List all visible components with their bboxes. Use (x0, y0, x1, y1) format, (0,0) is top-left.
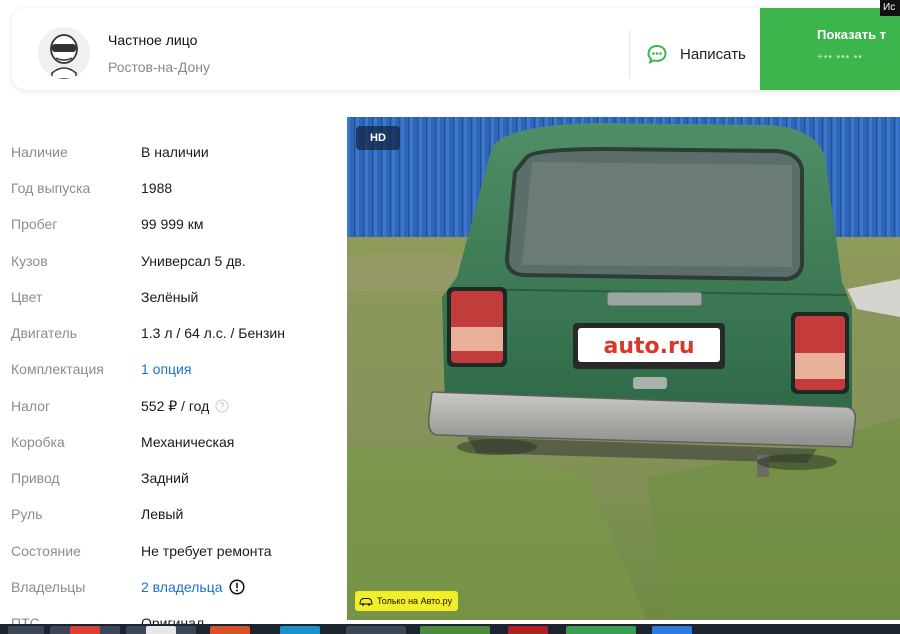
spec-value: 1.3 л / 64 л.с. / Бензин (141, 325, 285, 341)
write-label: Написать (680, 45, 746, 63)
spec-row-body: Кузов Универсал 5 дв. (11, 253, 341, 273)
taskbar (0, 624, 900, 634)
spec-value: В наличии (141, 144, 209, 160)
taskbar-app-icon[interactable] (280, 626, 320, 634)
write-message-button[interactable]: Написать (646, 41, 746, 67)
spec-row-owners: Владельцы 2 владельца (11, 579, 341, 599)
spec-label: Кузов (11, 253, 48, 269)
taskbar-app-icon[interactable] (70, 626, 100, 634)
spec-row-gearbox: Коробка Механическая (11, 434, 341, 454)
taskbar-item-app[interactable] (346, 626, 406, 634)
spec-value: Универсал 5 дв. (141, 253, 246, 269)
exclamation-circle-icon[interactable] (228, 579, 245, 595)
spec-value: Механическая (141, 434, 235, 450)
spec-label: Владельцы (11, 579, 86, 595)
taskbar-app-icon[interactable] (566, 626, 636, 634)
spec-row-color: Цвет Зелёный (11, 289, 341, 309)
spec-label: Год выпуска (11, 180, 91, 196)
equipment-link[interactable]: 1 опция (141, 361, 191, 377)
tax-value: 552 ₽ / год (141, 398, 210, 414)
spec-row-drive: Привод Задний (11, 470, 341, 490)
owners-link[interactable]: 2 владельца (141, 579, 223, 595)
spec-value: 99 999 км (141, 216, 204, 232)
taskbar-app-icon[interactable] (652, 626, 692, 634)
corner-tag: Ис (880, 0, 900, 16)
spec-row-mileage: Пробег 99 999 км (11, 216, 341, 236)
spec-value: Зелёный (141, 289, 199, 305)
spec-label: Налог (11, 398, 51, 414)
spec-value: Задний (141, 470, 189, 486)
spec-row-tax: Налог 552 ₽ / год (11, 398, 341, 418)
car-outline-icon (359, 597, 373, 606)
spec-label: Привод (11, 470, 60, 486)
spec-label: Пробег (11, 216, 58, 232)
plate-text: auto.ru (603, 334, 694, 359)
taskbar-app-icon[interactable] (146, 626, 176, 634)
taskbar-app-icon[interactable] (420, 626, 490, 634)
spec-value-tax: 552 ₽ / год (141, 398, 229, 415)
seller-avatar-icon (38, 27, 90, 79)
spec-row-equipment: Комплектация 1 опция (11, 361, 341, 381)
only-badge-label: Только на Авто.ру (377, 596, 453, 606)
show-phone-label: Показать т (817, 27, 887, 42)
car-photo[interactable]: auto.ru HD Только на Авто.ру (347, 117, 900, 620)
seller-name: Частное лицо (108, 32, 198, 48)
spec-label: Комплектация (11, 361, 104, 377)
spec-label: Двигатель (11, 325, 78, 341)
spec-row-availability: Наличие В наличии (11, 144, 341, 164)
spec-label: Коробка (11, 434, 65, 450)
spec-row-year: Год выпуска 1988 (11, 180, 341, 200)
spec-row-steering: Руль Левый (11, 506, 341, 526)
show-phone-button[interactable]: Показать т +•• ••• •• (760, 8, 900, 90)
taskbar-item[interactable] (8, 626, 44, 634)
spec-value: Не требует ремонта (141, 543, 272, 559)
taskbar-app-icon[interactable] (210, 626, 250, 634)
car-photo-illustration: auto.ru (347, 117, 900, 620)
divider (629, 30, 630, 78)
spec-label: Наличие (11, 144, 68, 160)
taskbar-app-icon[interactable] (508, 626, 548, 634)
spec-value: 1988 (141, 180, 173, 196)
seller-city: Ростов-на-Дону (108, 59, 210, 75)
spec-label: Руль (11, 506, 43, 522)
phone-mask: +•• ••• •• (817, 52, 863, 63)
spec-value: Левый (141, 506, 184, 522)
chat-bubble-icon (647, 44, 667, 65)
hd-badge: HD (356, 126, 400, 150)
spec-label: Состояние (11, 543, 81, 559)
spec-row-engine: Двигатель 1.3 л / 64 л.с. / Бензин (11, 325, 341, 345)
only-on-autoru-badge: Только на Авто.ру (355, 591, 459, 611)
spec-row-condition: Состояние Не требует ремонта (11, 543, 341, 563)
question-circle-icon[interactable] (215, 399, 229, 413)
spec-value-owners: 2 владельца (141, 579, 245, 595)
spec-label: Цвет (11, 289, 43, 305)
